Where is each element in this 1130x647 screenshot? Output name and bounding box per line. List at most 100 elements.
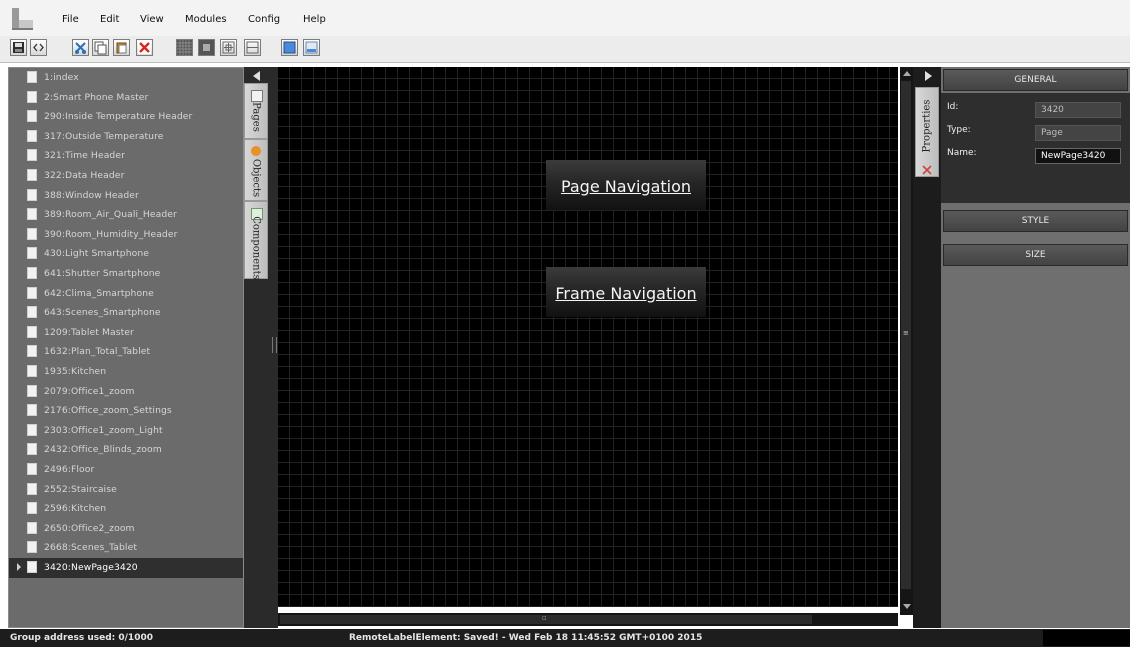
menu-file[interactable]: File <box>62 14 79 25</box>
page-icon <box>27 286 37 299</box>
page-icon <box>27 443 37 456</box>
window-restore-icon[interactable] <box>303 39 320 56</box>
page-list-item[interactable]: 2552:Staircaise <box>9 480 243 500</box>
page-list-item[interactable]: 642:Clima_Smartphone <box>9 284 243 304</box>
page-icon <box>27 325 37 338</box>
frame-navigation-button[interactable]: Frame Navigation <box>546 267 706 317</box>
page-list-item[interactable]: 2496:Floor <box>9 460 243 480</box>
tools-icon <box>922 160 932 175</box>
menu-help[interactable]: Help <box>303 14 326 25</box>
tab-properties[interactable]: Properties <box>915 87 939 177</box>
cut-icon[interactable] <box>72 39 89 56</box>
page-list-item[interactable]: 2:Smart Phone Master <box>9 88 243 108</box>
toolbar <box>0 36 1130 63</box>
page-list-item-label: 322:Data Header <box>44 170 125 181</box>
page-list-item[interactable]: 388:Window Header <box>9 186 243 206</box>
splitter-handle[interactable] <box>272 337 277 353</box>
menu-modules[interactable]: Modules <box>185 14 227 25</box>
canvas-horizontal-scrollbar[interactable]: ▫ <box>278 613 898 626</box>
general-section-header[interactable]: GENERAL <box>943 69 1128 91</box>
window-normal-icon[interactable] <box>281 39 298 56</box>
page-list-item-label: 2432:Office_Blinds_zoom <box>44 444 162 456</box>
grid-small-icon[interactable] <box>244 39 261 56</box>
page-list-item[interactable]: 1209:Tablet Master <box>9 323 243 343</box>
id-field[interactable]: 3420 <box>1035 102 1121 118</box>
properties-panel: GENERAL Id: 3420 Type: Page Name: NewPag… <box>941 67 1130 628</box>
right-splitter-handle[interactable]: ≡ <box>903 329 909 339</box>
page-list-item[interactable]: 2432:Office_Blinds_zoom <box>9 440 243 460</box>
collapse-right-arrow-icon[interactable] <box>925 71 932 81</box>
page-list-item-label: 2:Smart Phone Master <box>44 91 149 103</box>
page-list-item[interactable]: 430:Light Smartphone <box>9 244 243 264</box>
page-list-item[interactable]: 3420:NewPage3420 <box>9 558 243 578</box>
name-label: Name: <box>947 148 977 158</box>
scroll-down-arrow-icon[interactable] <box>903 604 911 609</box>
page-icon <box>27 247 37 260</box>
page-list-item-label: 290:Inside Temperature Header <box>44 111 193 123</box>
page-list-item-label: 389:Room_Air_Quali_Header <box>44 209 177 221</box>
name-field[interactable]: NewPage3420 <box>1035 148 1121 164</box>
type-label: Type: <box>947 125 971 135</box>
side-tab-strip: Pages Objects Components <box>244 67 278 628</box>
page-list-item-label: 2552:Staircaise <box>44 483 117 495</box>
save-icon[interactable] <box>10 39 27 56</box>
menu-edit[interactable]: Edit <box>100 14 119 25</box>
copy-icon[interactable] <box>92 39 109 56</box>
code-icon[interactable] <box>30 39 47 56</box>
page-navigation-button[interactable]: Page Navigation <box>546 160 706 210</box>
collapse-left-arrow-icon[interactable] <box>253 71 260 81</box>
page-list-item[interactable]: 2079:Office1_zoom <box>9 382 243 402</box>
page-icon <box>27 502 37 515</box>
page-icon <box>27 188 37 201</box>
page-list-item[interactable]: 321:Time Header <box>9 146 243 166</box>
type-field[interactable]: Page <box>1035 125 1121 141</box>
save-status-message: RemoteLabelElement: Saved! - Wed Feb 18 … <box>349 633 703 643</box>
objects-icon <box>251 146 261 156</box>
page-icon <box>27 463 37 475</box>
size-section-header[interactable]: SIZE <box>943 244 1128 266</box>
page-list-item[interactable]: 1935:Kitchen <box>9 362 243 382</box>
page-list-item[interactable]: 322:Data Header <box>9 166 243 186</box>
page-icon <box>27 404 37 417</box>
style-section-header[interactable]: STYLE <box>943 210 1128 232</box>
page-list-item[interactable]: 389:Room_Air_Quali_Header <box>9 205 243 225</box>
page-list-item[interactable]: 1632:Plan_Total_Tablet <box>9 342 243 362</box>
grid-crosshair-icon[interactable] <box>220 39 237 56</box>
design-canvas[interactable]: Page Navigation Frame Navigation <box>278 67 898 607</box>
page-list-item-label: 2668:Scenes_Tablet <box>44 542 138 554</box>
page-icon <box>27 110 37 123</box>
app-logo-icon <box>10 6 36 32</box>
canvas-vertical-scrollbar[interactable] <box>900 67 913 615</box>
page-list-item[interactable]: 290:Inside Temperature Header <box>9 107 243 127</box>
page-list-item-label: 641:Shutter Smartphone <box>44 268 161 279</box>
tab-objects-label: Objects <box>250 158 262 198</box>
page-list-item[interactable]: 641:Shutter Smartphone <box>9 264 243 284</box>
paste-icon[interactable] <box>113 39 130 56</box>
page-list-item[interactable]: 643:Scenes_Smartphone <box>9 303 243 323</box>
page-icon <box>27 129 37 142</box>
tab-pages-label: Pages <box>250 102 262 132</box>
page-list-item[interactable]: 2176:Office_zoom_Settings <box>9 401 243 421</box>
menu-view[interactable]: View <box>140 14 164 25</box>
expand-arrow-icon[interactable] <box>17 563 21 571</box>
tab-pages[interactable]: Pages <box>244 83 268 139</box>
page-list-item[interactable]: 2668:Scenes_Tablet <box>9 538 243 558</box>
page-list-item[interactable]: 390:Room_Humidity_Header <box>9 225 243 245</box>
page-list-item[interactable]: 1:index <box>9 68 243 88</box>
grid-medium-icon[interactable] <box>198 39 215 56</box>
grid-dense-icon[interactable] <box>176 39 193 56</box>
page-list-item[interactable]: 2596:Kitchen <box>9 499 243 519</box>
page-list-item-label: 430:Light Smartphone <box>44 248 150 260</box>
page-list-item[interactable]: 317:Outside Temperature <box>9 127 243 147</box>
tab-components[interactable]: Components <box>244 201 268 280</box>
tab-objects[interactable]: Objects <box>244 139 268 201</box>
page-icon <box>27 345 37 358</box>
page-list-item[interactable]: 2303:Office1_zoom_Light <box>9 421 243 441</box>
delete-icon[interactable] <box>136 39 153 56</box>
scroll-up-arrow-icon[interactable] <box>903 71 911 76</box>
page-icon <box>27 149 37 162</box>
menu-config[interactable]: Config <box>248 14 280 25</box>
page-icon <box>27 561 37 573</box>
page-list-item[interactable]: 2650:Office2_zoom <box>9 519 243 539</box>
page-tree-panel: 1:index 2:Smart Phone Master 290:Inside Te… <box>8 67 244 628</box>
